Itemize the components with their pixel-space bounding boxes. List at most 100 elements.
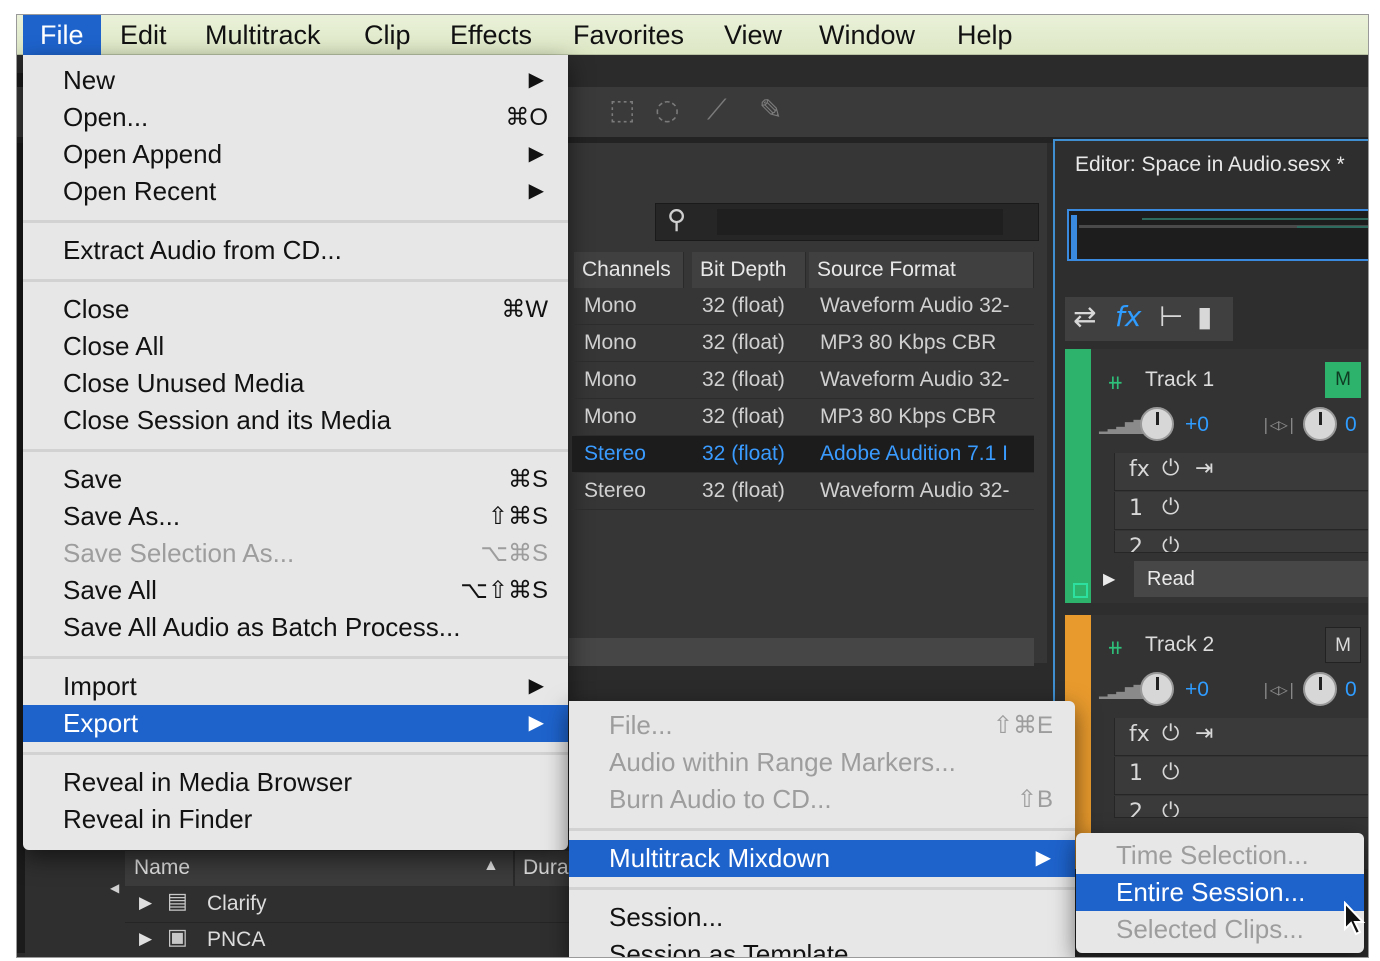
inputs-outputs-icon[interactable]: ⇄ xyxy=(1073,300,1096,333)
menu-item-close[interactable]: Close ⌘W xyxy=(23,291,568,328)
menu-item-entire-session[interactable]: Entire Session... xyxy=(1076,874,1364,911)
source-format-cell: Waveform Audio 32- xyxy=(820,479,1010,502)
files-scrollbar[interactable] xyxy=(569,638,1034,666)
track-1-pan-value[interactable]: 0 xyxy=(1345,413,1357,437)
column-header-name[interactable]: Name xyxy=(134,856,190,880)
menu-item-session[interactable]: Session... xyxy=(569,899,1075,936)
menu-item-import[interactable]: Import ▶ xyxy=(23,668,568,705)
expand-triangle-icon[interactable]: ▶ xyxy=(1103,569,1115,589)
menu-item-close-all[interactable]: Close All xyxy=(23,328,568,365)
track-1-volume-value[interactable]: +0 xyxy=(1185,413,1209,437)
effects-rack-icon[interactable]: fx xyxy=(1115,300,1141,333)
track-1-name[interactable]: Track 1 xyxy=(1145,368,1214,392)
pan-meter-icon: |◁▷| xyxy=(1261,680,1297,699)
slot-number: 2 xyxy=(1129,535,1143,553)
shortcut-label: ⌘O xyxy=(505,104,548,131)
submenu-arrow-icon: ▶ xyxy=(528,69,544,91)
column-header-bit-depth[interactable]: Bit Depth xyxy=(692,252,806,288)
column-divider[interactable] xyxy=(513,851,515,886)
file-row[interactable]: Mono 32 (float) Waveform Audio 32- xyxy=(572,362,1034,399)
menu-item-open-recent[interactable]: Open Recent ▶ xyxy=(23,173,568,210)
sends-icon[interactable]: ⊢ xyxy=(1159,300,1183,333)
file-row[interactable]: Mono 32 (float) MP3 80 Kbps CBR xyxy=(572,399,1034,436)
menu-multitrack[interactable]: Multitrack xyxy=(188,15,338,55)
menu-item-open-append[interactable]: Open Append ▶ xyxy=(23,136,568,173)
track-1-fx-slot-1[interactable]: 1 ⏻ xyxy=(1114,492,1368,530)
brush-select-icon[interactable]: ⟋ xyxy=(707,93,727,127)
track-2-name[interactable]: Track 2 xyxy=(1145,633,1214,657)
track-1-record-indicator[interactable] xyxy=(1073,583,1088,598)
menu-item-multitrack-mixdown[interactable]: Multitrack Mixdown ▶ xyxy=(569,840,1075,877)
menu-window[interactable]: Window xyxy=(802,15,932,55)
submenu-arrow-icon: ▶ xyxy=(528,675,544,697)
track-2-fx-slot-1[interactable]: 1 ⏻ xyxy=(1114,757,1368,795)
menu-item-session-as-template[interactable]: Session as Template... xyxy=(569,936,1075,957)
track-1-pan-knob[interactable] xyxy=(1303,407,1337,441)
track-1-fx-header: fx ⏻ ⇥ xyxy=(1114,453,1368,491)
menu-item-open[interactable]: Open... ⌘O xyxy=(23,99,568,136)
menu-item-close-unused-media[interactable]: Close Unused Media xyxy=(23,365,568,402)
marquee-select-icon[interactable]: ⬚ xyxy=(609,93,635,126)
menu-file[interactable]: File xyxy=(23,15,101,55)
menu-item-time-selection: Time Selection... xyxy=(1076,837,1364,874)
menu-view[interactable]: View xyxy=(707,15,799,55)
search-icon[interactable]: ⚲ xyxy=(667,205,686,235)
spot-healing-icon[interactable]: ✎ xyxy=(759,93,782,126)
track-2-fx-slot-2[interactable]: 2 ⏻ xyxy=(1114,796,1368,818)
menu-item-save-all-audio-as-batch-process[interactable]: Save All Audio as Batch Process... xyxy=(23,609,568,646)
file-row[interactable]: Stereo 32 (float) Waveform Audio 32- xyxy=(572,473,1034,510)
mouse-cursor-icon xyxy=(1344,901,1366,936)
power-icon[interactable]: ⏻ xyxy=(1162,456,1179,481)
collapse-arrow-icon[interactable]: ◀ xyxy=(110,881,119,895)
power-icon[interactable]: ⏻ xyxy=(1162,760,1179,785)
media-browser-row[interactable]: ▶ ▤ Clarify xyxy=(125,887,570,923)
file-row[interactable]: Stereo 32 (float) Adobe Audition 7.1 I xyxy=(572,436,1034,473)
track-2-mute-button[interactable]: M xyxy=(1325,627,1361,663)
source-format-cell: Adobe Audition 7.1 I xyxy=(820,442,1008,465)
file-row[interactable]: Mono 32 (float) Waveform Audio 32- xyxy=(572,288,1034,325)
track-2-pan-value[interactable]: 0 xyxy=(1345,678,1357,702)
overview-clip-line xyxy=(1297,226,1368,228)
session-overview[interactable] xyxy=(1067,209,1368,261)
menu-help[interactable]: Help xyxy=(940,15,1030,55)
menu-item-extract-audio-from-cd[interactable]: Extract Audio from CD... xyxy=(23,232,568,269)
menu-clip[interactable]: Clip xyxy=(347,15,428,55)
menu-effects[interactable]: Effects xyxy=(433,15,549,55)
menu-item-save[interactable]: Save ⌘S xyxy=(23,461,568,498)
track-2-pan-knob[interactable] xyxy=(1303,672,1337,706)
file-row[interactable]: Mono 32 (float) MP3 80 Kbps CBR xyxy=(572,325,1034,362)
power-icon[interactable]: ⏻ xyxy=(1162,799,1179,817)
media-browser-row[interactable]: ▶ ▣ PNCA xyxy=(125,923,570,957)
track-2-volume-value[interactable]: +0 xyxy=(1185,678,1209,702)
column-header-channels[interactable]: Channels xyxy=(574,252,684,288)
pre-post-fader-icon[interactable]: ⇥ xyxy=(1195,721,1213,746)
disclosure-triangle-icon[interactable]: ▶ xyxy=(139,893,152,913)
eq-icon[interactable]: ▮ xyxy=(1197,300,1212,333)
fx-icon[interactable]: fx xyxy=(1129,722,1150,747)
power-icon[interactable]: ⏻ xyxy=(1162,534,1179,552)
sort-ascending-icon[interactable]: ▲ xyxy=(483,857,499,875)
lasso-select-icon[interactable]: ◌ xyxy=(655,93,679,126)
power-icon[interactable]: ⏻ xyxy=(1162,721,1179,746)
menu-item-save-as[interactable]: Save As... ⇧⌘S xyxy=(23,498,568,535)
menu-item-reveal-in-finder[interactable]: Reveal in Finder xyxy=(23,801,568,838)
menu-favorites[interactable]: Favorites xyxy=(556,15,701,55)
track-1-volume-knob[interactable] xyxy=(1140,407,1174,441)
fx-icon[interactable]: fx xyxy=(1129,457,1150,482)
menu-item-close-session-and-its-media[interactable]: Close Session and its Media xyxy=(23,402,568,439)
column-header-source-format[interactable]: Source Format xyxy=(809,252,1034,288)
menu-edit[interactable]: Edit xyxy=(103,15,184,55)
track-2-volume-knob[interactable] xyxy=(1140,672,1174,706)
menu-item-export[interactable]: Export ▶ xyxy=(23,705,568,742)
column-header-duration[interactable]: Dura xyxy=(523,856,569,880)
track-1-mute-button[interactable]: M xyxy=(1325,362,1361,398)
search-input[interactable] xyxy=(717,209,1003,235)
menu-item-new[interactable]: New ▶ xyxy=(23,62,568,99)
power-icon[interactable]: ⏻ xyxy=(1162,495,1179,520)
track-1-fx-slot-2[interactable]: 2 ⏻ xyxy=(1114,531,1368,553)
menu-item-save-all[interactable]: Save All ⌥⇧⌘S xyxy=(23,572,568,609)
menu-item-reveal-in-media-browser[interactable]: Reveal in Media Browser xyxy=(23,764,568,801)
overview-handle[interactable] xyxy=(1071,215,1077,259)
pre-post-fader-icon[interactable]: ⇥ xyxy=(1195,456,1213,481)
disclosure-triangle-icon[interactable]: ▶ xyxy=(139,929,152,949)
